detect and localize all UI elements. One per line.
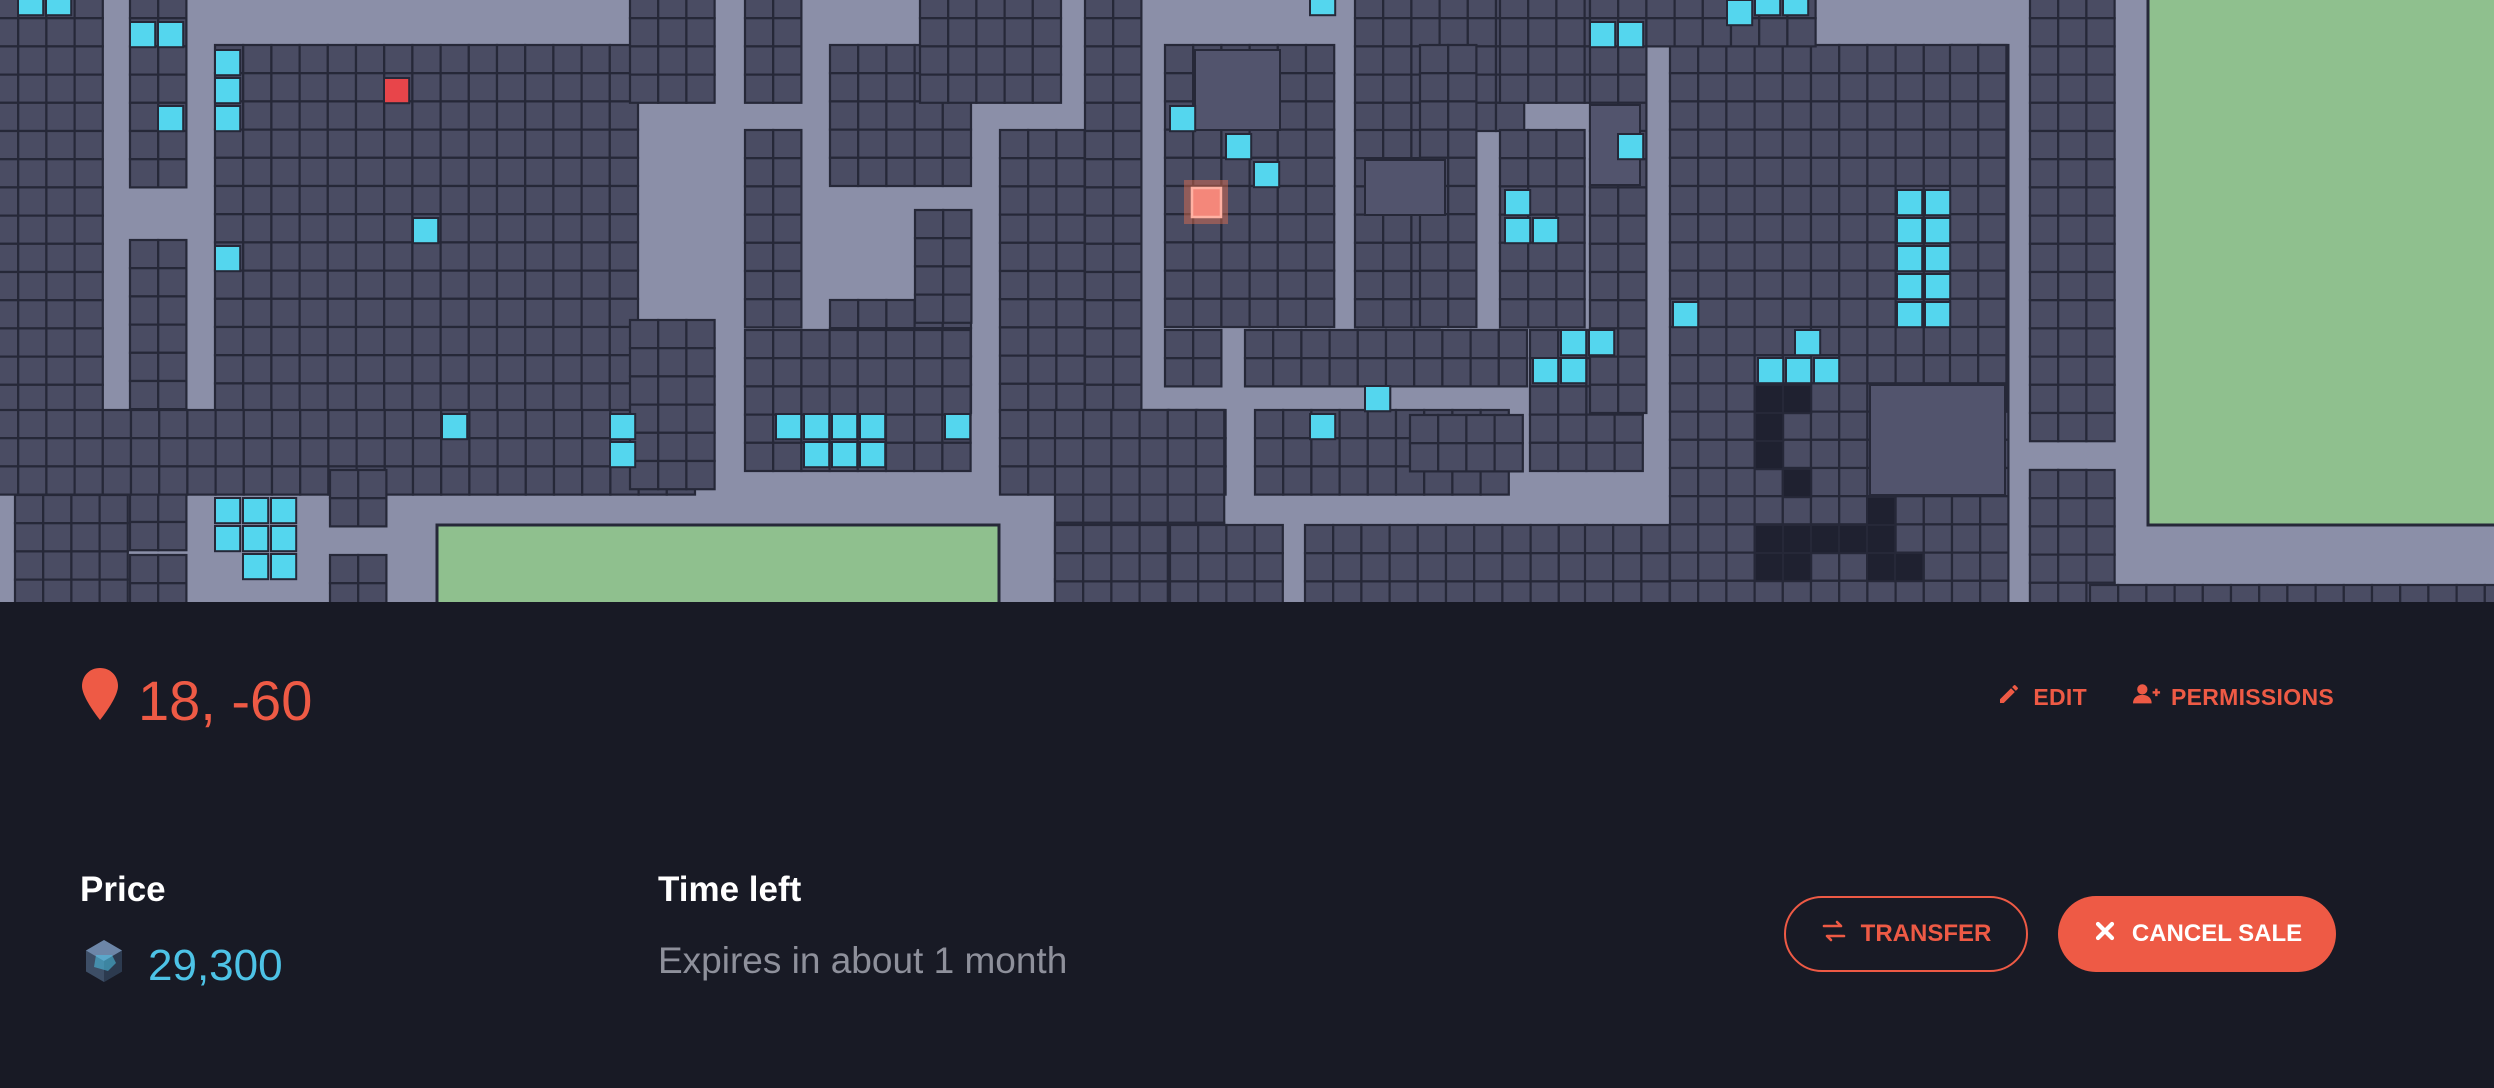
price-amount: 29,300 xyxy=(148,941,283,990)
price-value: 29,300 xyxy=(80,938,283,994)
transfer-label: TRANSFER xyxy=(1860,920,1992,947)
parcel-coordinates: 18, -60 xyxy=(80,666,313,735)
user-plus-icon xyxy=(2132,682,2161,712)
mana-token-icon xyxy=(80,937,128,996)
edit-button[interactable]: EDIT xyxy=(1995,682,2087,712)
parcel-map[interactable] xyxy=(0,0,2494,602)
coordinates-text: 18, -60 xyxy=(138,668,313,732)
parcel-actions: EDIT PERMISSIONS xyxy=(1995,682,2334,712)
parcel-detail-panel: 18, -60 EDIT PERMISSIONS Price 29,300 Ti… xyxy=(0,602,2494,1088)
permissions-label: PERMISSIONS xyxy=(2170,683,2334,710)
edit-label: EDIT xyxy=(2033,683,2087,710)
x-icon xyxy=(2092,918,2118,951)
selected-parcel[interactable] xyxy=(1184,180,1228,224)
price-label: Price xyxy=(80,870,166,909)
pencil-icon xyxy=(1995,682,2023,712)
time-left-value: Expires in about 1 month xyxy=(658,940,1068,981)
map-pin-icon xyxy=(80,666,120,735)
time-left-label: Time left xyxy=(658,870,802,909)
map-tiles xyxy=(0,0,2494,602)
cancel-sale-label: CANCEL SALE xyxy=(2131,920,2303,947)
cancel-sale-button[interactable]: CANCEL SALE xyxy=(2058,896,2336,972)
transfer-button[interactable]: TRANSFER xyxy=(1784,896,2028,972)
permissions-button[interactable]: PERMISSIONS xyxy=(2132,682,2334,712)
arrows-exchange-icon xyxy=(1821,918,1847,951)
